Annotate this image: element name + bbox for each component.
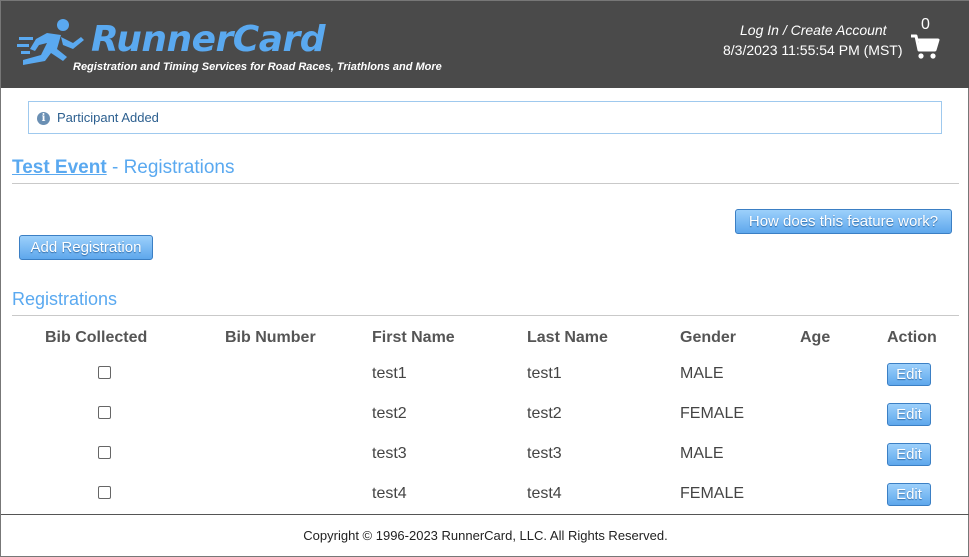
column-header-gender: Gender — [680, 329, 737, 346]
info-icon: i — [37, 112, 50, 125]
last-name-cell: test3 — [527, 445, 562, 462]
bib-collected-checkbox[interactable] — [98, 406, 111, 419]
page-frame: RunnerCard Registration and Timing Servi… — [0, 0, 969, 557]
gender-cell: FEMALE — [680, 405, 745, 422]
first-name-cell: test1 — [372, 365, 407, 382]
bib-collected-checkbox[interactable] — [98, 446, 111, 459]
shopping-cart-icon[interactable] — [910, 34, 940, 60]
column-header-action: Action — [887, 329, 937, 346]
bib-collected-checkbox[interactable] — [98, 366, 111, 379]
site-header: RunnerCard Registration and Timing Servi… — [1, 1, 969, 88]
cart-count: 0 — [921, 16, 930, 33]
gender-cell: MALE — [680, 445, 724, 462]
edit-button[interactable]: Edit — [887, 363, 931, 386]
edit-button[interactable]: Edit — [887, 443, 931, 466]
login-link[interactable]: Log In / Create Account — [740, 22, 887, 38]
alert-message: Participant Added — [57, 110, 159, 125]
column-header-first-name: First Name — [372, 329, 455, 346]
current-datetime: 8/3/2023 11:55:54 PM (MST) — [723, 42, 903, 58]
brand-tagline: Registration and Timing Services for Roa… — [73, 61, 442, 73]
footer-copyright: Copyright © 1996-2023 RunnerCard, LLC. A… — [303, 528, 668, 543]
column-header-age: Age — [800, 329, 831, 346]
divider — [12, 315, 959, 316]
registrations-section-title: Registrations — [12, 289, 118, 309]
first-name-cell: test4 — [372, 485, 407, 502]
footer-divider — [1, 514, 969, 515]
add-registration-button[interactable]: Add Registration — [19, 235, 153, 260]
how-does-this-work-button[interactable]: How does this feature work? — [735, 209, 952, 234]
last-name-cell: test2 — [527, 405, 562, 422]
edit-button[interactable]: Edit — [887, 403, 931, 426]
first-name-cell: test3 — [372, 445, 407, 462]
bib-collected-checkbox[interactable] — [98, 486, 111, 499]
last-name-cell: test1 — [527, 365, 562, 382]
gender-cell: FEMALE — [680, 485, 745, 502]
event-name-link[interactable]: Test Event — [12, 157, 107, 178]
success-alert: i Participant Added — [28, 101, 942, 134]
first-name-cell: test2 — [372, 405, 407, 422]
column-header-bib-number: Bib Number — [225, 329, 316, 346]
column-header-bib-collected: Bib Collected — [45, 329, 148, 346]
brand-name[interactable]: RunnerCard — [91, 19, 326, 60]
divider — [12, 183, 959, 184]
edit-button[interactable]: Edit — [887, 483, 931, 506]
gender-cell: MALE — [680, 365, 724, 382]
last-name-cell: test4 — [527, 485, 562, 502]
page-title-suffix: - Registrations — [106, 157, 235, 178]
page-title: Test Event - Registrations — [12, 157, 234, 179]
column-header-last-name: Last Name — [527, 329, 608, 346]
